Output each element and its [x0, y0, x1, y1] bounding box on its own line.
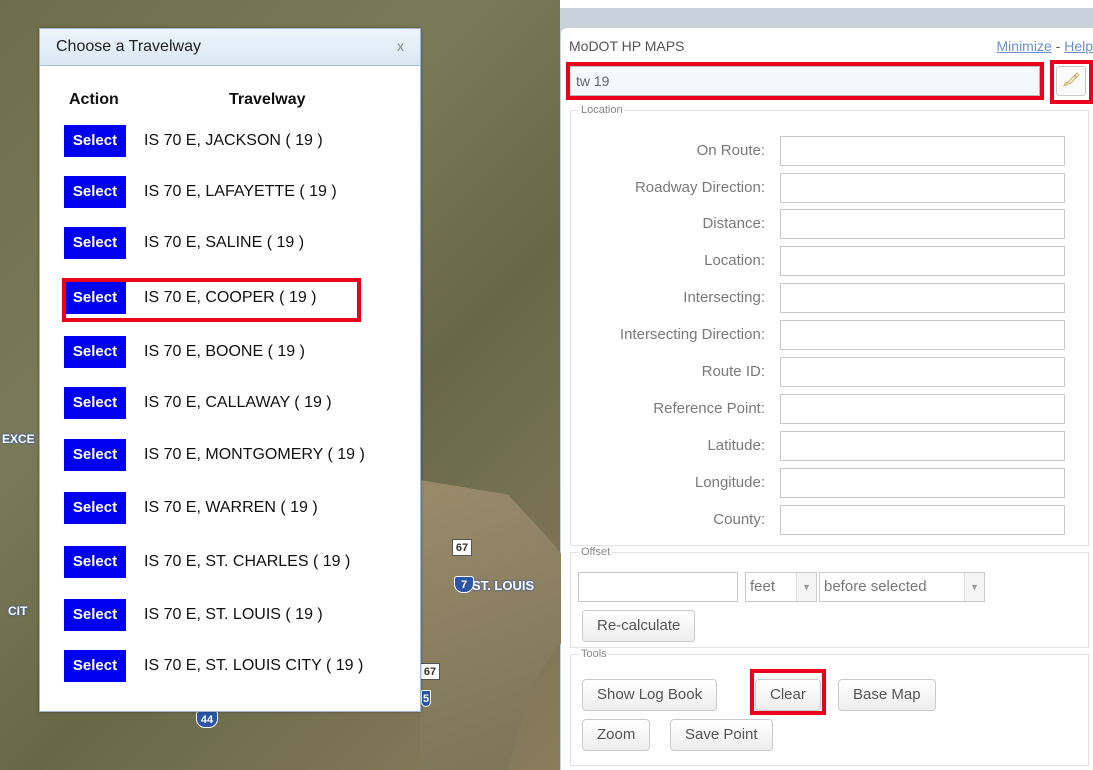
travelway-name: IS 70 E, ST. CHARLES ( 19 ) [144, 553, 351, 570]
travelway-name: IS 70 E, ST. LOUIS ( 19 ) [144, 606, 323, 623]
field-label: Intersecting: [683, 289, 765, 306]
travelway-dialog: Choose a Travelway x Action Travelway Se… [39, 28, 421, 712]
tools-legend: Tools [581, 648, 607, 660]
select-button[interactable]: Select [64, 336, 126, 368]
field-label: Location: [704, 252, 765, 269]
select-button[interactable]: Select [64, 599, 126, 631]
tools-group: Tools Show Log Book Clear Base Map Zoom … [570, 648, 1089, 766]
route-id-field[interactable] [780, 357, 1065, 387]
field-label: Roadway Direction: [634, 179, 765, 196]
help-link[interactable]: Help [1064, 38, 1093, 54]
select-button[interactable]: Select [64, 227, 126, 259]
offset-legend: Offset [581, 546, 611, 558]
field-row-route-id: Route ID: [571, 357, 1088, 387]
select-button[interactable]: Select [64, 492, 126, 524]
panel-title: MoDOT HP MAPS [569, 38, 685, 54]
latitude-field[interactable] [780, 431, 1065, 461]
field-row-latitude: Latitude: [571, 431, 1088, 461]
chevron-down-icon: ▼ [964, 573, 984, 601]
select-button[interactable]: Select [64, 546, 126, 578]
save-point-button[interactable]: Save Point [670, 719, 773, 751]
interstate-shield: 7 [454, 576, 474, 593]
field-row-distance: Distance: [571, 209, 1088, 239]
travelway-name: IS 70 E, BOONE ( 19 ) [144, 343, 305, 360]
show-log-book-button[interactable]: Show Log Book [582, 679, 718, 711]
roadway-direction-field[interactable] [780, 173, 1065, 203]
field-row-county: County: [571, 505, 1088, 535]
close-icon[interactable]: x [397, 38, 404, 54]
field-row-location: Location: [571, 246, 1088, 276]
offset-distance-input[interactable] [578, 572, 738, 602]
field-row-intersecting: Intersecting: [571, 283, 1088, 313]
link-separator: - [1051, 38, 1065, 54]
minimize-link[interactable]: Minimize [997, 38, 1052, 54]
on-route-field[interactable] [780, 136, 1065, 166]
base-map-button[interactable]: Base Map [838, 679, 936, 711]
field-label: Distance: [702, 215, 765, 232]
intersecting-direction-field[interactable] [780, 320, 1065, 350]
travelway-name: IS 70 E, LAFAYETTE ( 19 ) [144, 183, 337, 200]
field-label: Route ID: [701, 363, 765, 380]
offset-position-value: before selected [824, 578, 927, 595]
clear-button[interactable]: Clear [755, 679, 821, 711]
location-legend: Location [581, 104, 623, 116]
highway-shield: 67 [420, 663, 440, 680]
dialog-title: Choose a Travelway [40, 29, 420, 66]
distance-field[interactable] [780, 209, 1065, 239]
highway-shield: 67 [452, 539, 472, 556]
offset-unit-value: feet [750, 578, 776, 595]
select-button[interactable]: Select [64, 439, 126, 471]
hp-maps-panel: MoDOT HP MAPS Minimize - Help Location O… [561, 28, 1093, 770]
field-row-intersecting-direction: Intersecting Direction: [571, 320, 1088, 350]
select-button[interactable]: Select [64, 282, 126, 314]
travelway-name: IS 70 E, JACKSON ( 19 ) [144, 132, 323, 149]
intersecting-field[interactable] [780, 283, 1065, 313]
map-label-excelsior: EXCE [2, 432, 35, 446]
field-label: Latitude: [707, 437, 765, 454]
location-field[interactable] [780, 246, 1065, 276]
select-button[interactable]: Select [64, 650, 126, 682]
search-input[interactable] [569, 66, 1040, 96]
reference-point-field[interactable] [780, 394, 1065, 424]
select-button[interactable]: Select [64, 176, 126, 208]
travelway-name: IS 70 E, SALINE ( 19 ) [144, 234, 305, 251]
field-row-on-route: On Route: [571, 136, 1088, 166]
panel-links: Minimize - Help [997, 38, 1093, 54]
field-row-roadway-direction: Roadway Direction: [571, 173, 1088, 203]
select-button[interactable]: Select [64, 125, 126, 157]
chevron-down-icon: ▼ [796, 573, 816, 601]
offset-group: Offset feet ▼ before selected ▼ Re-calcu… [570, 546, 1089, 648]
field-row-longitude: Longitude: [571, 468, 1088, 498]
field-label: Intersecting Direction: [619, 326, 765, 343]
field-row-reference-point: Reference Point: [571, 394, 1088, 424]
offset-position-select[interactable]: before selected ▼ [819, 572, 985, 602]
rocket-icon [1063, 72, 1080, 87]
map-label-st-louis: ST. LOUIS [472, 578, 535, 593]
location-group: Location On Route: Roadway Direction: Di… [570, 104, 1089, 546]
column-header-travelway: Travelway [229, 91, 306, 108]
column-header-action: Action [69, 91, 119, 108]
travelway-name: IS 70 E, COOPER ( 19 ) [144, 289, 317, 306]
offset-unit-select[interactable]: feet ▼ [745, 572, 817, 602]
search-button[interactable] [1056, 66, 1086, 96]
map-label-city: CIT [8, 604, 28, 618]
longitude-field[interactable] [780, 468, 1065, 498]
select-button[interactable]: Select [64, 387, 126, 419]
travelway-name: IS 70 E, CALLAWAY ( 19 ) [144, 394, 332, 411]
county-field[interactable] [780, 505, 1065, 535]
field-label: Longitude: [694, 474, 765, 491]
interstate-shield: 44 [196, 711, 218, 728]
zoom-button[interactable]: Zoom [582, 719, 651, 751]
field-label: Reference Point: [653, 400, 765, 417]
interstate-shield: 5 [421, 690, 431, 707]
travelway-name: IS 70 E, ST. LOUIS CITY ( 19 ) [144, 657, 364, 674]
travelway-name: IS 70 E, WARREN ( 19 ) [144, 499, 318, 516]
field-label: County: [713, 511, 765, 528]
recalculate-button[interactable]: Re-calculate [582, 610, 696, 642]
field-label: On Route: [696, 142, 765, 159]
travelway-name: IS 70 E, MONTGOMERY ( 19 ) [144, 446, 365, 463]
